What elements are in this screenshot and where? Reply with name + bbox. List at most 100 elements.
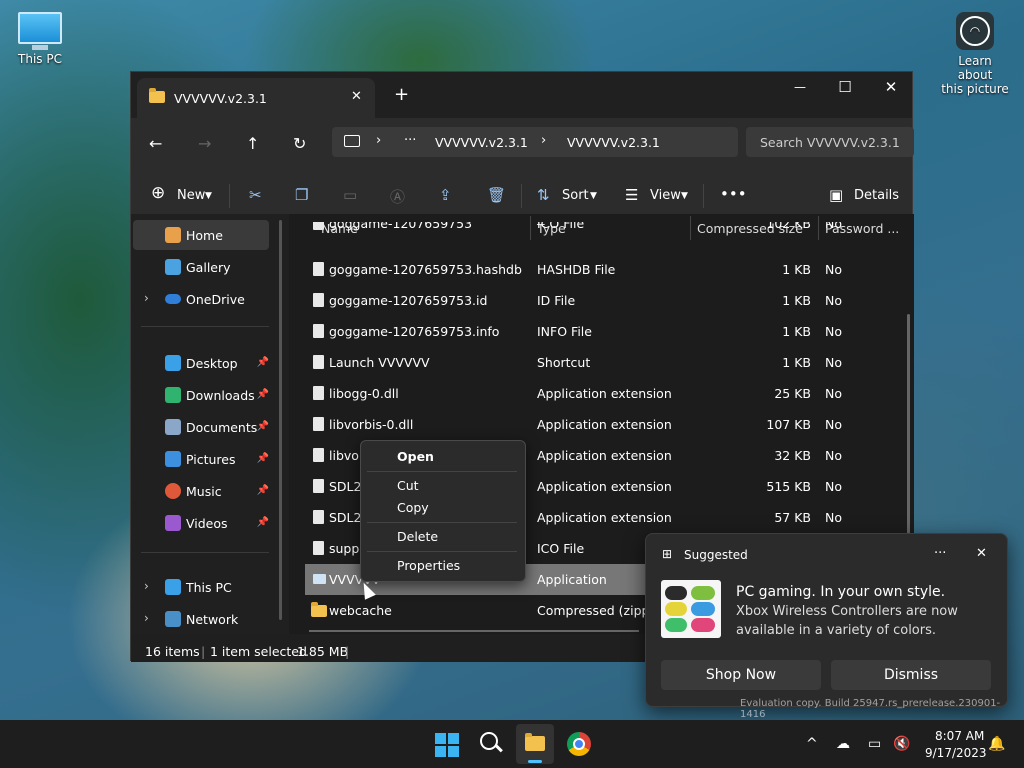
dll-file-icon — [313, 386, 324, 400]
more-options-button[interactable]: ••• — [720, 185, 747, 203]
details-button[interactable]: Details — [854, 188, 899, 203]
delete-icon[interactable]: 🗑 — [487, 186, 506, 204]
context-menu-open[interactable]: Open — [397, 449, 434, 464]
desktop-icon-this-pc[interactable]: This PC — [14, 12, 66, 66]
tab-close-icon[interactable]: ✕ — [351, 89, 362, 104]
clock-time[interactable]: 8:07 AM — [935, 729, 984, 743]
toast-title: PC gaming. In your own style. — [736, 584, 946, 600]
up-button[interactable]: ↑ — [246, 134, 259, 153]
volume-mute-icon[interactable]: 🔇 — [893, 736, 910, 752]
plus-icon: ⊕ — [151, 183, 166, 203]
notification-toast: ⊞ Suggested ··· ✕ PC gaming. In your own… — [645, 533, 1008, 707]
breadcrumb-item-2[interactable]: VVVVVV.v2.3.1 — [567, 135, 660, 150]
sidebar-item-videos[interactable]: Videos 📌 — [133, 508, 269, 538]
network-icon — [165, 611, 181, 627]
navigation-pane: Home Gallery › OneDrive Desktop 📌 Downlo… — [131, 214, 289, 634]
search-input[interactable]: Search VVVVVV.v2.3.1 — [746, 127, 914, 157]
context-menu-cut[interactable]: Cut — [397, 478, 419, 493]
sidebar-item-home[interactable]: Home — [133, 220, 269, 250]
file-icon — [313, 541, 324, 555]
toast-more-button[interactable]: ··· — [934, 546, 946, 561]
pin-icon: 📌 — [256, 517, 269, 528]
download-icon — [165, 387, 181, 403]
sidebar-item-network[interactable]: › Network — [133, 604, 269, 634]
breadcrumb-item-1[interactable]: VVVVVV.v2.3.1 — [435, 135, 528, 150]
table-row[interactable]: goggame-1207659753 ICO File 102 KB No — [305, 222, 907, 242]
maximize-button[interactable]: ☐ — [822, 72, 868, 102]
paste-icon[interactable]: ▭ — [343, 186, 357, 204]
start-button[interactable] — [435, 733, 459, 757]
display-icon[interactable]: ▭ — [868, 736, 881, 752]
rename-icon[interactable]: Ⓐ — [390, 186, 405, 207]
copy-icon[interactable]: ❐ — [295, 186, 308, 204]
desktop-icon — [165, 355, 181, 371]
new-tab-button[interactable]: + — [394, 84, 409, 105]
video-icon — [165, 515, 181, 531]
sort-button[interactable]: Sort — [562, 188, 589, 203]
tips-icon: ⊞ — [662, 547, 673, 561]
chevron-right-icon[interactable]: › — [144, 291, 149, 305]
item-count: 16 items — [145, 644, 200, 659]
new-button[interactable]: New — [177, 188, 205, 203]
chevron-right-icon: › — [376, 133, 382, 148]
selection-size: 1.85 MB — [297, 644, 349, 659]
context-menu-properties[interactable]: Properties — [397, 558, 460, 573]
table-row[interactable]: goggame-1207659753.hashdb HASHDB File 1 … — [305, 254, 907, 285]
chevron-right-icon[interactable]: › — [144, 579, 149, 593]
address-bar[interactable]: › ··· VVVVVV.v2.3.1 › VVVVVV.v2.3.1 — [332, 127, 738, 157]
toast-close-button[interactable]: ✕ — [976, 546, 987, 561]
sidebar-item-desktop[interactable]: Desktop 📌 — [133, 348, 269, 378]
show-hidden-icons-button[interactable]: ^ — [806, 736, 818, 752]
sidebar-item-documents[interactable]: Documents 📌 — [133, 412, 269, 442]
music-icon — [165, 483, 181, 499]
shortcut-icon — [313, 355, 324, 369]
sidebar-item-gallery[interactable]: Gallery — [133, 252, 269, 282]
table-row[interactable]: libogg-0.dll Application extension 25 KB… — [305, 378, 907, 409]
dll-file-icon — [313, 479, 324, 493]
tab-vvvvvv[interactable]: VVVVVV.v2.3.1 ✕ — [137, 78, 375, 118]
cloud-icon — [165, 294, 181, 304]
shop-now-button[interactable]: Shop Now — [661, 660, 821, 690]
onedrive-icon[interactable]: ☁ — [836, 736, 850, 752]
folder-icon — [149, 88, 165, 103]
file-list-scrollbar[interactable] — [907, 314, 910, 564]
chevron-right-icon[interactable]: › — [144, 611, 149, 625]
title-bar: VVVVVV.v2.3.1 ✕ + — ☐ ✕ — [131, 72, 912, 118]
desktop-icon-learn-about-picture[interactable]: ◠ Learn about this picture — [940, 12, 1010, 96]
context-menu-copy[interactable]: Copy — [397, 500, 429, 515]
view-button[interactable]: View — [650, 188, 681, 203]
chevron-right-icon: › — [541, 133, 547, 148]
close-button[interactable]: ✕ — [868, 72, 914, 102]
clock-date[interactable]: 9/17/2023 — [925, 746, 987, 760]
table-row[interactable]: libvorbis-0.dll Application extension 10… — [305, 409, 907, 440]
breadcrumb-more[interactable]: ··· — [404, 133, 416, 148]
table-row[interactable]: goggame-1207659753.id ID File 1 KB No — [305, 285, 907, 316]
sidebar-item-pictures[interactable]: Pictures 📌 — [133, 444, 269, 474]
share-icon[interactable]: ⇪ — [439, 186, 452, 204]
taskbar-file-explorer[interactable] — [516, 724, 554, 764]
horizontal-scrollbar[interactable] — [309, 630, 639, 632]
forward-button[interactable]: → — [198, 134, 211, 153]
sidebar-scrollbar[interactable] — [279, 220, 282, 620]
folder-icon — [525, 733, 545, 751]
dismiss-button[interactable]: Dismiss — [831, 660, 991, 690]
sidebar-item-downloads[interactable]: Downloads 📌 — [133, 380, 269, 410]
taskbar-chrome[interactable] — [567, 732, 591, 756]
pin-icon: 📌 — [256, 357, 269, 368]
back-button[interactable]: ← — [149, 134, 162, 153]
sort-up-icon: ⌃ — [417, 214, 425, 221]
table-row[interactable]: Launch VVVVVV Shortcut 1 KB No — [305, 347, 907, 378]
context-menu-delete[interactable]: Delete — [397, 529, 438, 544]
search-button[interactable] — [480, 732, 503, 754]
sidebar-item-music[interactable]: Music 📌 — [133, 476, 269, 506]
sidebar-item-onedrive[interactable]: › OneDrive — [133, 284, 269, 314]
file-icon — [313, 222, 324, 230]
notification-bell-icon[interactable]: 🔔 — [988, 736, 1005, 752]
refresh-button[interactable]: ↻ — [293, 134, 306, 153]
home-icon — [165, 227, 181, 243]
cut-icon[interactable]: ✂ — [249, 186, 262, 204]
sidebar-item-this-pc[interactable]: › This PC — [133, 572, 269, 602]
table-row[interactable]: goggame-1207659753.info INFO File 1 KB N… — [305, 316, 907, 347]
details-pane-icon: ▣ — [829, 186, 844, 204]
minimize-button[interactable]: — — [777, 72, 823, 102]
